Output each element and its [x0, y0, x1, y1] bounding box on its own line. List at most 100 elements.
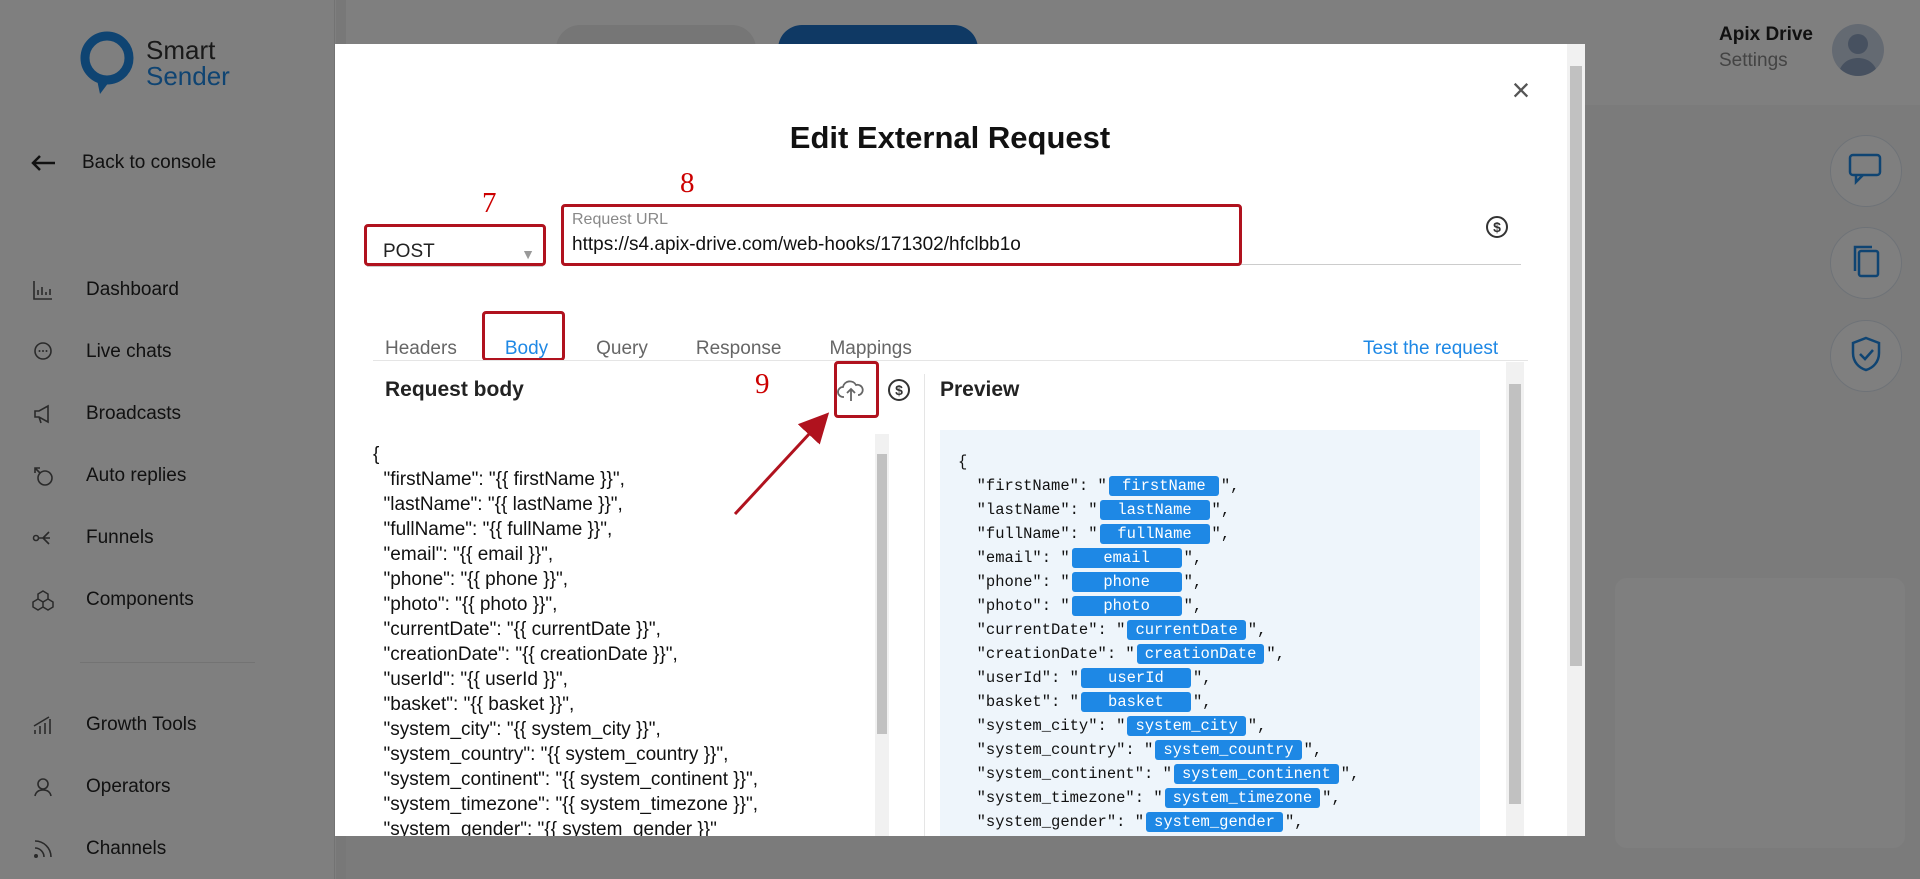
- dollar-icon[interactable]: $: [1486, 216, 1508, 238]
- preview-line-end: ",: [1183, 549, 1203, 567]
- preview-line: "currentDate": " currentDate ",: [958, 618, 1480, 642]
- preview-key: "basket": ": [976, 693, 1079, 711]
- code-line: "system_country": "{{ system_country }}"…: [373, 744, 729, 765]
- preview-line: "creationDate": " creationDate ",: [958, 642, 1480, 666]
- preview-line-end: ",: [1340, 765, 1360, 783]
- code-line: "creationDate": "{{ creationDate }}",: [373, 644, 678, 665]
- variable-chip[interactable]: system_city: [1127, 716, 1246, 736]
- code-line: {: [373, 444, 380, 465]
- variable-chip[interactable]: currentDate: [1127, 620, 1246, 640]
- code-line: "system_timezone": "{{ system_timezone }…: [373, 794, 758, 815]
- annotation-9: 9: [755, 368, 770, 400]
- edit-request-modal: × Edit External Request 7 8 9 POST ▼ Req…: [335, 44, 1585, 836]
- variable-chip[interactable]: lastName: [1099, 500, 1210, 520]
- preview-key: "system_country": ": [976, 741, 1154, 759]
- preview-line-end: ",: [1247, 717, 1267, 735]
- close-icon[interactable]: ×: [1505, 74, 1537, 106]
- variable-chip[interactable]: fullName: [1099, 524, 1210, 544]
- variable-chip[interactable]: system_country: [1155, 740, 1302, 760]
- preview-line-end: ",: [1192, 669, 1212, 687]
- preview-key: "system_gender": ": [976, 813, 1145, 831]
- request-body-editor[interactable]: { "firstName": "{{ firstName }}", "lastN…: [373, 442, 873, 836]
- preview-key: "creationDate": ": [976, 645, 1135, 663]
- preview-key: "system_continent": ": [976, 765, 1172, 783]
- annotation-7: 7: [482, 187, 497, 219]
- preview-key: "email": ": [976, 549, 1070, 567]
- preview-panel: { "firstName": " firstName ", "lastName": …: [940, 430, 1480, 836]
- preview-line-end: ",: [1183, 597, 1203, 615]
- preview-line: {: [958, 453, 968, 471]
- variable-chip[interactable]: basket: [1080, 692, 1191, 712]
- preview-line-end: ",: [1266, 645, 1285, 663]
- code-line: "email": "{{ email }}",: [373, 544, 554, 565]
- highlight-box-body-tab: [482, 311, 565, 361]
- code-line: "currentDate": "{{ currentDate }}",: [373, 619, 661, 640]
- preview-line: "fullName": " fullName ",: [958, 522, 1480, 546]
- preview-line: "system_city": " system_city ",: [958, 714, 1480, 738]
- variable-chip[interactable]: system_continent: [1173, 764, 1339, 784]
- preview-scrollbar[interactable]: [1506, 362, 1524, 836]
- annotation-8: 8: [680, 167, 695, 199]
- preview-line: "phone": " phone ",: [958, 570, 1480, 594]
- preview-key: "lastName": ": [976, 501, 1098, 519]
- preview-line: "basket": " basket ",: [958, 690, 1480, 714]
- preview-key: "system_city": ": [976, 717, 1126, 735]
- preview-title: Preview: [940, 378, 1020, 401]
- code-line: "userId": "{{ userId }}",: [373, 669, 568, 690]
- variable-chip[interactable]: phone: [1071, 572, 1182, 592]
- preview-line-end: ",: [1247, 621, 1267, 639]
- request-body-title: Request body: [385, 378, 524, 401]
- preview-key: "userId": ": [976, 669, 1079, 687]
- preview-line-end: ",: [1192, 693, 1212, 711]
- variable-chip[interactable]: email: [1071, 548, 1182, 568]
- preview-key: "photo": ": [976, 597, 1070, 615]
- code-line: "basket": "{{ basket }}",: [373, 694, 575, 715]
- highlight-box-upload: [834, 361, 879, 418]
- code-line: "system_city": "{{ system_city }}",: [373, 719, 661, 740]
- preview-key: "phone": ": [976, 573, 1070, 591]
- highlight-box-url: [561, 204, 1242, 266]
- modal-scrollbar[interactable]: [1567, 44, 1585, 836]
- preview-line-end: ",: [1183, 573, 1203, 591]
- code-line: "lastName": "{{ lastName }}",: [373, 494, 623, 515]
- preview-line: "lastName": " lastName ",: [958, 498, 1480, 522]
- code-line: "photo": "{{ photo }}",: [373, 594, 558, 615]
- variable-chip[interactable]: system_gender: [1146, 812, 1283, 832]
- preview-line-end: ",: [1211, 525, 1231, 543]
- code-line: "system_gender": "{{ system_gender }}": [373, 819, 717, 836]
- preview-line: "system_continent": " system_continent ",: [958, 762, 1480, 786]
- preview-line: "system_timezone": " system_timezone ",: [958, 786, 1480, 810]
- variable-chip[interactable]: userId: [1080, 668, 1191, 688]
- method-underline: [367, 266, 543, 267]
- code-line: "system_continent": "{{ system_continent…: [373, 769, 759, 790]
- variable-chip[interactable]: photo: [1071, 596, 1182, 616]
- preview-line: "firstName": " firstName ",: [958, 474, 1480, 498]
- preview-line: "system_country": " system_country ",: [958, 738, 1480, 762]
- preview-line-end: ",: [1284, 813, 1304, 831]
- preview-line: "system_gender": " system_gender ",: [958, 810, 1480, 834]
- preview-key: "currentDate": ": [976, 621, 1126, 639]
- app-root: Smart Sender Back to console Dashboard L…: [0, 0, 1920, 879]
- modal-title: Edit External Request: [789, 120, 1111, 155]
- preview-key: "fullName": ": [976, 525, 1098, 543]
- preview-key: "system_timezone": ": [976, 789, 1163, 807]
- dollar-icon[interactable]: $: [888, 379, 910, 401]
- preview-line: "email": " email ",: [958, 546, 1480, 570]
- code-line: "firstName": "{{ firstName }}",: [373, 469, 625, 490]
- code-line: "fullName": "{{ fullName }}",: [373, 519, 613, 540]
- tabs-divider: [373, 360, 1528, 361]
- preview-line: "photo": " photo ",: [958, 594, 1480, 618]
- variable-chip[interactable]: creationDate: [1136, 644, 1265, 664]
- preview-line-end: ",: [1211, 501, 1231, 519]
- body-scrollbar[interactable]: [875, 434, 889, 836]
- preview-line-end: ",: [1303, 741, 1323, 759]
- code-line: "phone": "{{ phone }}",: [373, 569, 568, 590]
- preview-line: "userId": " userId ",: [958, 666, 1480, 690]
- preview-line-end: ",: [1322, 789, 1341, 807]
- variable-chip[interactable]: firstName: [1108, 476, 1219, 496]
- highlight-box-method: [364, 224, 546, 266]
- test-request-link[interactable]: Test the request: [1363, 322, 1498, 376]
- preview-key: "firstName": ": [976, 477, 1107, 495]
- variable-chip[interactable]: system_timezone: [1164, 788, 1321, 808]
- preview-line-end: ",: [1220, 477, 1240, 495]
